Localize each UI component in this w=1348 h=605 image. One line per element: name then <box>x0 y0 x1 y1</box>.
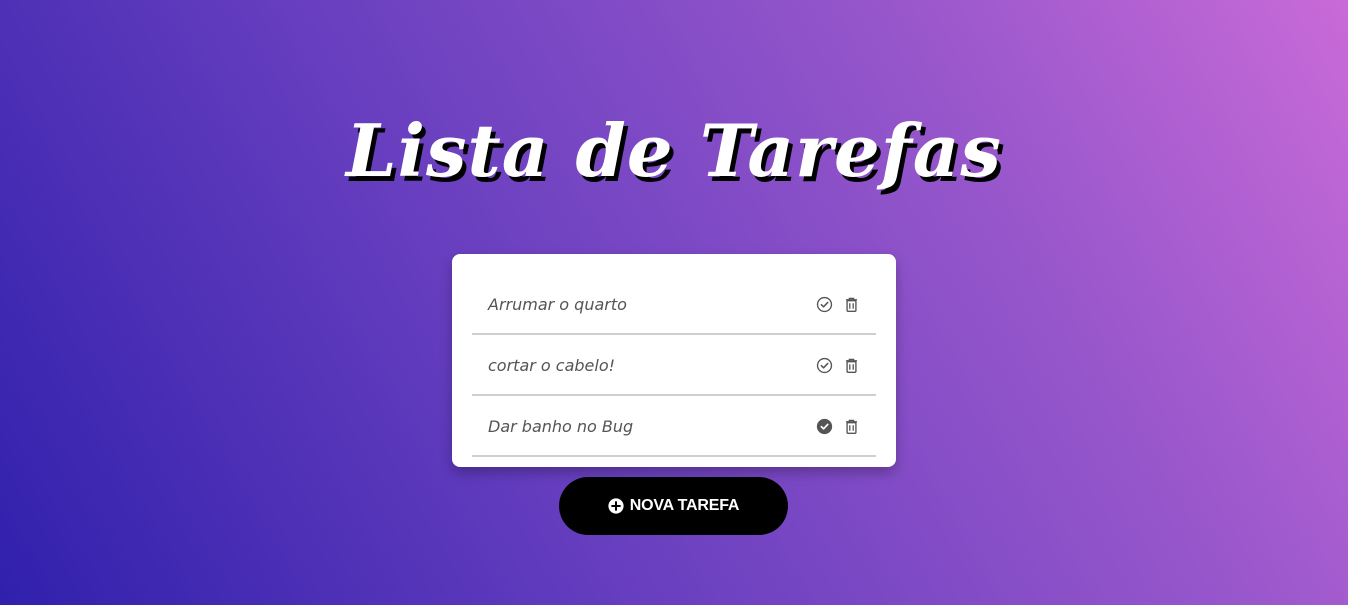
page-title: Lista de Tarefas <box>346 108 1002 193</box>
task-item: Arrumar o quarto <box>472 274 876 335</box>
check-circle-icon[interactable] <box>816 296 833 313</box>
task-text: cortar o cabelo! <box>488 356 616 375</box>
task-text: Dar banho no Bug <box>488 417 634 436</box>
task-actions <box>816 416 860 435</box>
task-item: cortar o cabelo! <box>472 335 876 396</box>
check-circle-icon[interactable] <box>816 357 833 374</box>
new-task-button[interactable]: NOVA TAREFA <box>559 477 788 535</box>
task-actions <box>816 294 860 313</box>
task-text: Arrumar o quarto <box>488 295 627 314</box>
new-task-button-label: NOVA TAREFA <box>629 497 740 514</box>
plus-circle-icon <box>608 498 624 514</box>
task-list-card: Arrumar o quarto cortar o cabelo! Dar ba… <box>452 254 896 467</box>
trash-icon[interactable] <box>843 357 860 374</box>
check-circle-filled-icon[interactable] <box>816 418 833 435</box>
task-actions <box>816 355 860 374</box>
trash-icon[interactable] <box>843 296 860 313</box>
trash-icon[interactable] <box>843 418 860 435</box>
task-item: Dar banho no Bug <box>472 396 876 457</box>
